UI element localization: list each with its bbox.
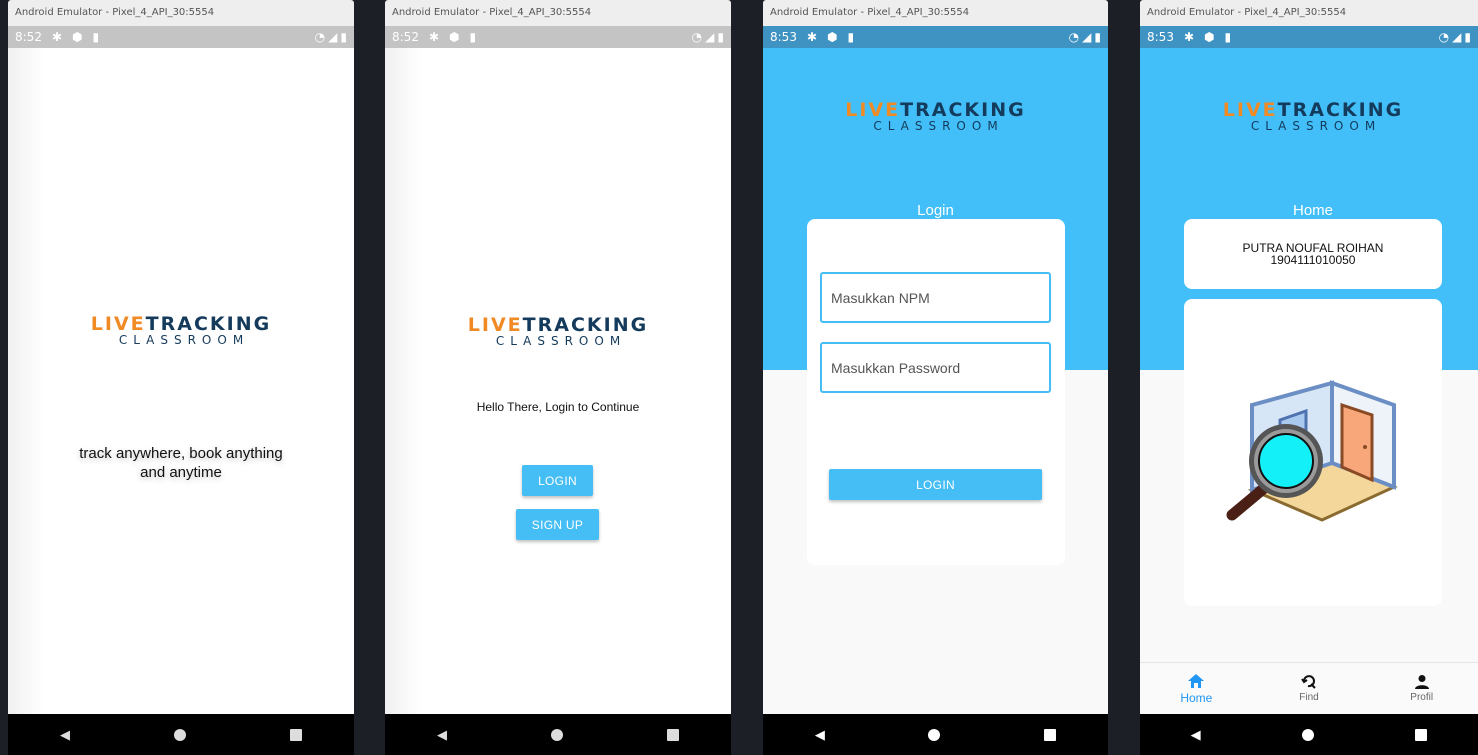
sd-card-icon: ▮: [469, 30, 477, 44]
nav-item-profil[interactable]: Profil: [1365, 663, 1478, 714]
status-time: 8:53: [770, 30, 797, 44]
home-button-icon[interactable]: [551, 728, 563, 741]
android-nav-bar: ◀: [1140, 714, 1478, 755]
login-screen: LIVETRACKING CLASSROOM Login Masukkan NP…: [763, 48, 1108, 714]
sd-card-icon: ▮: [847, 30, 855, 44]
emulator-home: Android Emulator - Pixel_4_API_30:5554 8…: [1140, 0, 1478, 755]
nav-label-profil: Profil: [1410, 692, 1434, 703]
wifi-icon: ◔: [314, 30, 326, 44]
login-submit-button[interactable]: LOGIN: [829, 469, 1042, 500]
shield-icon: ⬢: [449, 30, 460, 44]
wifi-icon: ◔: [1068, 30, 1080, 44]
back-icon[interactable]: ◀: [815, 727, 825, 743]
nav-label-home: Home: [1180, 690, 1213, 705]
recents-icon[interactable]: [290, 728, 302, 741]
shield-icon: ⬢: [827, 30, 838, 44]
sd-card-icon: ▮: [1224, 30, 1232, 44]
emulator-welcome: Android Emulator - Pixel_4_API_30:5554 8…: [385, 0, 731, 755]
signal-icon: ◢: [1082, 30, 1092, 44]
status-time: 8:52: [392, 30, 419, 44]
user-card: PUTRA NOUFAL ROIHAN 1904111010050: [1184, 219, 1442, 289]
login-card: Masukkan NPM Masukkan Password LOGIN: [807, 219, 1065, 565]
home-button-icon[interactable]: [928, 728, 941, 741]
shield-icon: ⬢: [72, 30, 83, 44]
bottom-navigation: Home Find Profil: [1140, 662, 1478, 714]
page-title: Login: [917, 202, 954, 219]
emulator-title: Android Emulator - Pixel_4_API_30:5554: [763, 0, 1108, 26]
gear-icon: ✱: [51, 30, 63, 44]
battery-icon: ▮: [1464, 30, 1471, 44]
app-logo: LIVETRACKING CLASSROOM: [845, 99, 1026, 133]
shield-icon: ⬢: [1204, 30, 1215, 44]
nav-item-find[interactable]: Find: [1253, 663, 1366, 714]
wifi-icon: ◔: [1438, 30, 1450, 44]
emulator-title: Android Emulator - Pixel_4_API_30:5554: [8, 0, 354, 26]
illustration-card: [1184, 299, 1442, 606]
recents-icon[interactable]: [667, 728, 679, 741]
find-icon: [1301, 675, 1316, 689]
gear-icon: ✱: [428, 30, 440, 44]
home-icon: [1188, 673, 1205, 688]
gear-icon: ✱: [1183, 30, 1195, 44]
battery-icon: ▮: [717, 30, 724, 44]
signal-icon: ◢: [1452, 30, 1462, 44]
status-bar: 8:53 ✱ ⬢ ▮ ◔ ◢ ▮: [1140, 26, 1478, 48]
back-icon[interactable]: ◀: [437, 727, 447, 743]
emulator-splash: Android Emulator - Pixel_4_API_30:5554 8…: [8, 0, 354, 755]
signal-icon: ◢: [705, 30, 715, 44]
status-time: 8:52: [15, 30, 42, 44]
home-button-icon[interactable]: [174, 728, 186, 741]
emulator-title: Android Emulator - Pixel_4_API_30:5554: [1140, 0, 1478, 26]
welcome-message: Hello There, Login to Continue: [476, 400, 640, 414]
welcome-screen: LIVETRACKING CLASSROOM Hello There, Logi…: [385, 48, 731, 714]
splash-screen: LIVETRACKING CLASSROOM track anywhere, b…: [8, 48, 354, 714]
login-button[interactable]: LOGIN: [522, 465, 593, 496]
status-bar: 8:52 ✱ ⬢ ▮ ◔ ◢ ▮: [385, 26, 731, 48]
android-nav-bar: ◀: [385, 714, 731, 755]
recents-icon[interactable]: [1044, 728, 1057, 741]
status-time: 8:53: [1147, 30, 1174, 44]
status-bar: 8:53 ✱ ⬢ ▮ ◔ ◢ ▮: [763, 26, 1108, 48]
battery-icon: ▮: [1094, 30, 1101, 44]
app-logo: LIVETRACKING CLASSROOM: [90, 313, 272, 347]
nav-item-home[interactable]: Home: [1140, 663, 1253, 714]
signup-button[interactable]: SIGN UP: [516, 509, 599, 540]
nav-label-find: Find: [1299, 692, 1319, 703]
status-bar: 8:52 ✱ ⬢ ▮ ◔ ◢ ▮: [8, 26, 354, 48]
android-nav-bar: ◀: [8, 714, 354, 755]
user-npm: 1904111010050: [1270, 253, 1356, 267]
wifi-icon: ◔: [691, 30, 703, 44]
emulator-login: Android Emulator - Pixel_4_API_30:5554 8…: [763, 0, 1108, 755]
home-button-icon[interactable]: [1301, 728, 1314, 741]
home-screen: LIVETRACKING CLASSROOM Home PUTRA NOUFAL…: [1140, 48, 1478, 714]
npm-input[interactable]: Masukkan NPM: [820, 272, 1051, 323]
emulator-title: Android Emulator - Pixel_4_API_30:5554: [385, 0, 731, 26]
password-input[interactable]: Masukkan Password: [820, 342, 1051, 393]
sd-card-icon: ▮: [92, 30, 100, 44]
room-search-illustration: [1226, 380, 1398, 522]
app-logo: LIVETRACKING CLASSROOM: [1222, 99, 1404, 133]
android-nav-bar: ◀: [763, 714, 1108, 755]
signal-icon: ◢: [328, 30, 338, 44]
tagline: track anywhere, book anything and anytim…: [79, 445, 283, 481]
recents-icon[interactable]: [1415, 728, 1428, 741]
gear-icon: ✱: [806, 30, 818, 44]
battery-icon: ▮: [340, 30, 347, 44]
person-icon: [1414, 675, 1429, 689]
app-logo: LIVETRACKING CLASSROOM: [467, 314, 649, 348]
page-title: Home: [1292, 202, 1333, 219]
back-icon[interactable]: ◀: [1191, 727, 1201, 743]
back-icon[interactable]: ◀: [60, 727, 70, 743]
